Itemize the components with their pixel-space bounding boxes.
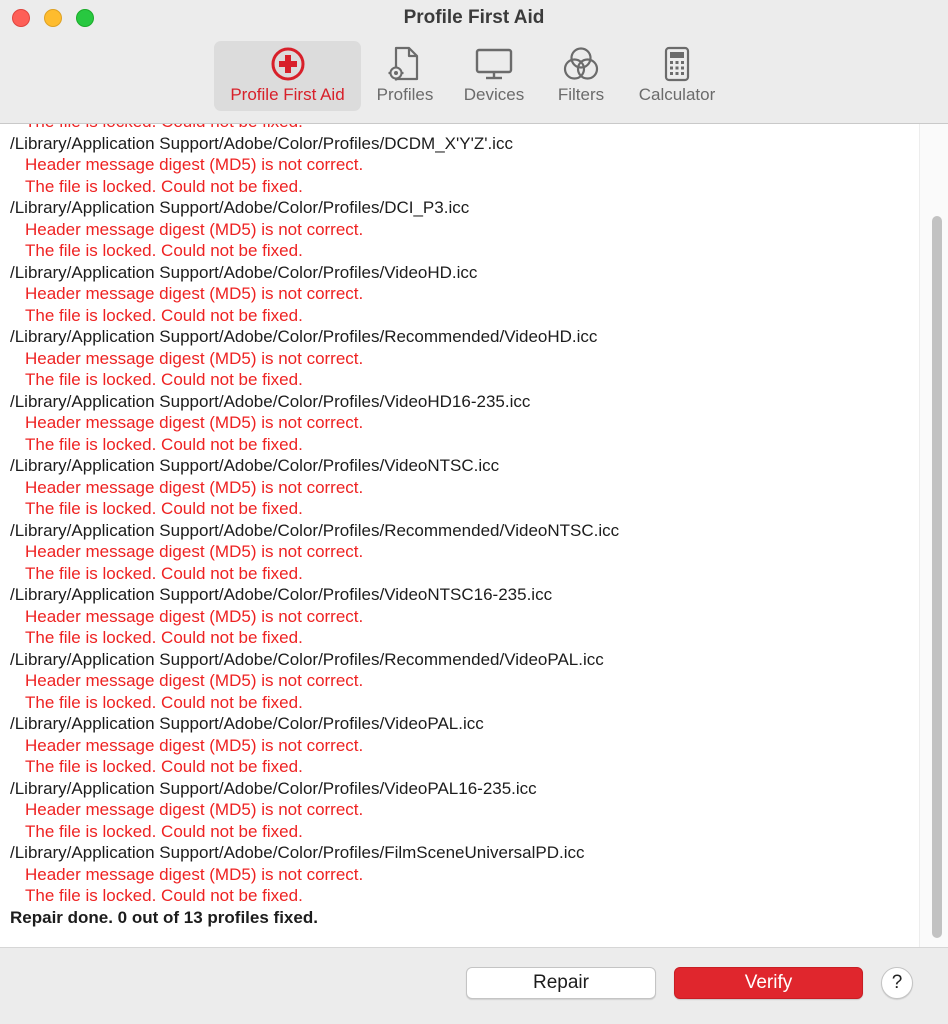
log-path: /Library/Application Support/Adobe/Color… — [10, 778, 537, 798]
log-error-line: Header message digest (MD5) is not corre… — [25, 219, 364, 239]
log-entry: /Library/Application Support/Adobe/Color… — [10, 713, 915, 778]
log-path: /Library/Application Support/Adobe/Color… — [10, 714, 484, 733]
profile-file-icon — [385, 44, 425, 84]
log-entry: /Library/Application Support/Adobe/Color… — [10, 455, 915, 520]
verify-button[interactable]: Verify — [674, 967, 863, 999]
toolbar: Profile First Aid Profiles Devices Filte… — [214, 41, 731, 111]
window-title: Profile First Aid — [403, 7, 545, 28]
toolbar-item-profile-first-aid[interactable]: Profile First Aid — [214, 41, 361, 111]
log-error-line: The file is locked. Could not be fixed. — [25, 563, 303, 583]
help-button[interactable]: ? — [881, 967, 913, 999]
log-error-line: Header message digest (MD5) is not corre… — [25, 477, 364, 497]
log-error-line: Header message digest (MD5) is not corre… — [25, 542, 364, 561]
toolbar-item-label: Calculator — [638, 85, 716, 104]
scroll-track[interactable] — [919, 124, 948, 947]
log-error-line: The file is locked. Could not be fixed. — [25, 692, 303, 712]
toolbar-item-devices[interactable]: Devices — [449, 41, 539, 111]
log-error-line: Header message digest (MD5) is not corre… — [25, 284, 364, 303]
bottom-bar: Repair Verify — [0, 948, 948, 1024]
log-path: /Library/Application Support/Adobe/Color… — [10, 327, 598, 346]
log-path: /Library/Application Support/Adobe/Color… — [10, 843, 585, 862]
log-error-line: Header message digest (MD5) is not corre… — [25, 348, 364, 368]
log-entry: /Library/Application Support/Adobe/Color… — [10, 262, 915, 327]
log-error-line: The file is locked. Could not be fixed. — [25, 757, 303, 776]
app-window: Profile First Aid Profile First Aid Prof… — [0, 0, 948, 1024]
toolbar-item-label: Devices — [463, 85, 525, 104]
log-entry: /Library/Application Support/Adobe/Color… — [10, 778, 915, 843]
filters-circles-icon — [561, 44, 601, 84]
toolbar-item-label: Filters — [557, 85, 605, 104]
log-entry: /Library/Application Support/Adobe/Color… — [10, 197, 915, 262]
toolbar-item-label: Profile First Aid — [230, 85, 345, 104]
first-aid-icon — [268, 44, 308, 84]
repair-button[interactable]: Repair — [466, 967, 656, 999]
log-error-line: Header message digest (MD5) is not corre… — [25, 606, 364, 626]
log-entry: /Library/Application Support/Adobe/Color… — [10, 391, 915, 456]
log-error-line: The file is locked. Could not be fixed. — [25, 886, 303, 905]
toolbar-item-label: Profiles — [376, 85, 434, 104]
log-entry: /Library/Application Support/Adobe/Color… — [10, 649, 915, 714]
log-path: /Library/Application Support/Adobe/Color… — [10, 649, 604, 669]
log-error-line: The file is locked. Could not be fixed. — [25, 305, 303, 325]
log-error-line: Header message digest (MD5) is not corre… — [25, 671, 364, 690]
log-entry: /Library/Application Support/Adobe/Color… — [10, 326, 915, 391]
log-path: /Library/Application Support/Adobe/Color… — [10, 198, 470, 217]
log-view[interactable]: The file is locked. Could not be fixed. … — [0, 124, 948, 948]
log-entry: /Library/Application Support/Adobe/Color… — [10, 520, 915, 585]
log-entry: /Library/Application Support/Adobe/Color… — [10, 133, 915, 198]
log-entry: /Library/Application Support/Adobe/Color… — [10, 584, 915, 649]
log-error-line: Header message digest (MD5) is not corre… — [25, 413, 364, 432]
log-path: /Library/Application Support/Adobe/Color… — [10, 133, 513, 153]
log-error-line: The file is locked. Could not be fixed. — [25, 370, 303, 389]
log-error-line: Header message digest (MD5) is not corre… — [25, 735, 364, 755]
log-error-line: The file is locked. Could not be fixed. — [25, 628, 303, 647]
monitor-icon — [474, 44, 514, 84]
scrollbar-thumb[interactable] — [932, 216, 942, 938]
repair-summary: Repair done. 0 out of 13 profiles fixed. — [10, 907, 318, 927]
log-error-line: The file is locked. Could not be fixed. — [25, 176, 303, 196]
log-error-line: The file is locked. Could not be fixed. — [25, 821, 303, 841]
log-path: /Library/Application Support/Adobe/Color… — [10, 520, 620, 540]
log-error-line: The file is locked. Could not be fixed. — [10, 124, 915, 133]
log-path: /Library/Application Support/Adobe/Color… — [10, 585, 553, 604]
toolbar-item-calculator[interactable]: Calculator — [623, 41, 731, 111]
log-path: /Library/Application Support/Adobe/Color… — [10, 262, 478, 282]
log-text: The file is locked. Could not be fixed. … — [10, 124, 915, 928]
log-error-line: Header message digest (MD5) is not corre… — [25, 800, 364, 819]
log-error-line: The file is locked. Could not be fixed. — [25, 241, 303, 260]
toolbar-item-profiles[interactable]: Profiles — [361, 41, 449, 111]
title-toolbar: Profile First Aid Profile First Aid Prof… — [0, 0, 948, 124]
log-entry: /Library/Application Support/Adobe/Color… — [10, 842, 915, 907]
log-path: /Library/Application Support/Adobe/Color… — [10, 456, 500, 475]
calculator-icon — [657, 44, 697, 84]
toolbar-item-filters[interactable]: Filters — [539, 41, 623, 111]
log-path: /Library/Application Support/Adobe/Color… — [10, 391, 531, 411]
log-error-line: The file is locked. Could not be fixed. — [25, 499, 303, 518]
log-error-line: The file is locked. Could not be fixed. — [25, 434, 303, 454]
log-error-line: Header message digest (MD5) is not corre… — [25, 864, 364, 884]
log-error-line: Header message digest (MD5) is not corre… — [25, 155, 364, 174]
